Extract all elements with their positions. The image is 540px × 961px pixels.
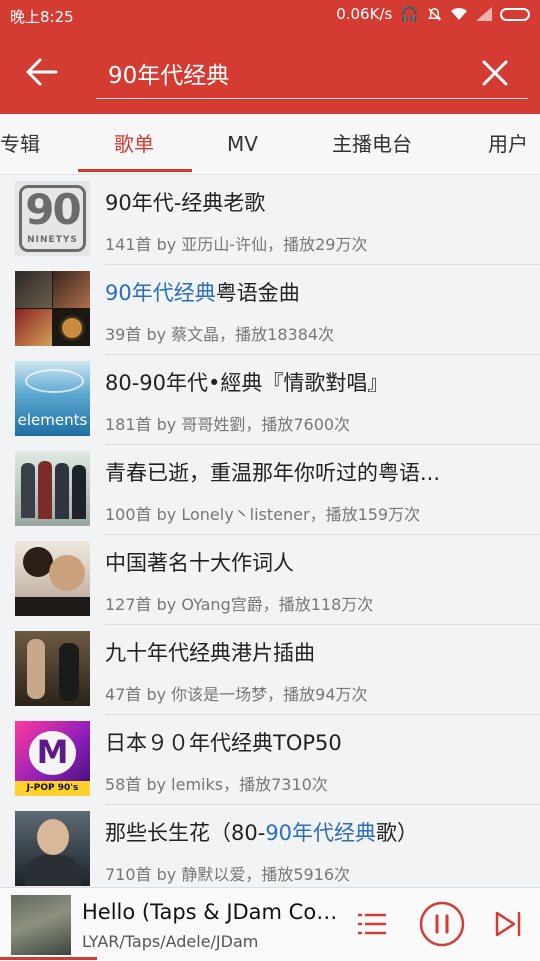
playlist-row[interactable]: 那些长生花（80-90年代经典歌） 710首 by 静默以爱，播放5916次 <box>0 805 540 887</box>
playlist-title: 青春已逝，重温那年你听过的粤语... <box>105 461 441 485</box>
playlist-row[interactable]: 90 NINETYS 90年代-经典老歌 141首 by 亚历山-许仙，播放29… <box>0 175 540 265</box>
playlist-cover <box>15 631 90 706</box>
tab-mv[interactable]: MV <box>227 114 258 174</box>
status-time: 晚上8:25 <box>10 8 74 26</box>
playlist-row[interactable]: 中国著名十大作词人 127首 by OYang宫爵，播放118万次 <box>0 535 540 625</box>
playlist-row[interactable]: M J-POP 90's 日本９０年代经典TOP50 58首 by lemiks… <box>0 715 540 805</box>
playlist-cover: 90 NINETYS <box>15 181 90 256</box>
playlist-cover <box>15 271 90 346</box>
playlist-cover <box>15 451 90 526</box>
playlist-results: 90 NINETYS 90年代-经典老歌 141首 by 亚历山-许仙，播放29… <box>0 175 540 887</box>
now-playing-cover <box>11 895 71 955</box>
playlist-meta: 47首 by 你该是一场梦，播放94万次 <box>105 685 368 704</box>
mini-player[interactable]: Hello (Taps & JDam Cov... LYAR/Taps/Adel… <box>0 887 540 961</box>
cover-digits: 90 <box>25 185 81 234</box>
tab-albums[interactable]: 专辑 <box>0 114 40 174</box>
playlist-meta: 141首 by 亚历山-许仙，播放29万次 <box>105 235 368 254</box>
wifi-icon <box>451 7 467 20</box>
clear-search-icon[interactable] <box>478 56 512 90</box>
mute-bell-icon <box>427 7 442 21</box>
active-tab-indicator <box>78 169 192 172</box>
battery-icon <box>500 7 530 21</box>
tab-radio[interactable]: 主播电台 <box>332 114 412 174</box>
next-track-icon[interactable] <box>492 908 524 940</box>
playlist-meta: 127首 by OYang宫爵，播放118万次 <box>105 595 374 614</box>
playlist-meta: 39首 by 蔡文晶，播放18384次 <box>105 325 335 344</box>
playlist-title: 90年代-经典老歌 <box>105 191 266 215</box>
playlist-queue-icon[interactable] <box>356 908 388 940</box>
search-input[interactable] <box>108 56 458 90</box>
network-speed: 0.06K/s <box>336 5 393 23</box>
pause-icon[interactable] <box>419 901 465 947</box>
playlist-title: 90年代经典粤语金曲 <box>105 281 300 305</box>
playlist-meta: 100首 by Lonely丶listener，播放159万次 <box>105 505 421 524</box>
cover-word: J-POP 90's <box>15 781 90 796</box>
search-header <box>0 30 540 114</box>
cover-word: NINETYS <box>27 235 78 245</box>
search-field <box>96 50 528 99</box>
status-bar: 晚上8:25 0.06K/s 🎧 <box>0 0 540 30</box>
playlist-cover: M J-POP 90's <box>15 721 90 796</box>
playlist-title: 九十年代经典港片插曲 <box>105 641 315 665</box>
cover-word: elements <box>17 411 88 429</box>
playlist-cover <box>15 541 90 616</box>
playlist-title: 日本９０年代经典TOP50 <box>105 731 342 755</box>
signal-icon <box>476 7 492 21</box>
playlist-title: 80-90年代•經典『情歌對唱』 <box>105 371 389 395</box>
playlist-meta: 710首 by 静默以爱，播放5916次 <box>105 865 351 884</box>
status-icons: 0.06K/s 🎧 <box>336 5 530 23</box>
now-playing-title: Hello (Taps & JDam Cov... <box>82 900 342 924</box>
playlist-title: 中国著名十大作词人 <box>105 551 294 575</box>
playlist-row[interactable]: 90年代经典粤语金曲 39首 by 蔡文晶，播放18384次 <box>0 265 540 355</box>
playlist-title: 那些长生花（80-90年代经典歌） <box>105 821 419 845</box>
now-playing-artist: LYAR/Taps/Adele/JDam <box>82 932 259 951</box>
back-arrow-icon[interactable] <box>24 54 60 90</box>
category-tabs: 专辑 歌单 MV 主播电台 用户 <box>0 114 540 175</box>
playlist-row[interactable]: elements 80-90年代•經典『情歌對唱』 181首 by 哥哥姓劉，播… <box>0 355 540 445</box>
playlist-cover <box>15 811 90 886</box>
headphone-icon: 🎧 <box>400 5 419 23</box>
tab-playlists[interactable]: 歌单 <box>114 114 154 174</box>
playlist-meta: 181首 by 哥哥姓劉，播放7600次 <box>105 415 351 434</box>
playlist-row[interactable]: 青春已逝，重温那年你听过的粤语... 100首 by Lonely丶listen… <box>0 445 540 535</box>
tab-users[interactable]: 用户 <box>488 114 528 174</box>
playlist-cover: elements <box>15 361 90 436</box>
playlist-row[interactable]: 九十年代经典港片插曲 47首 by 你该是一场梦，播放94万次 <box>0 625 540 715</box>
playlist-meta: 58首 by lemiks，播放7310次 <box>105 775 328 794</box>
cover-letter: M <box>36 733 69 771</box>
